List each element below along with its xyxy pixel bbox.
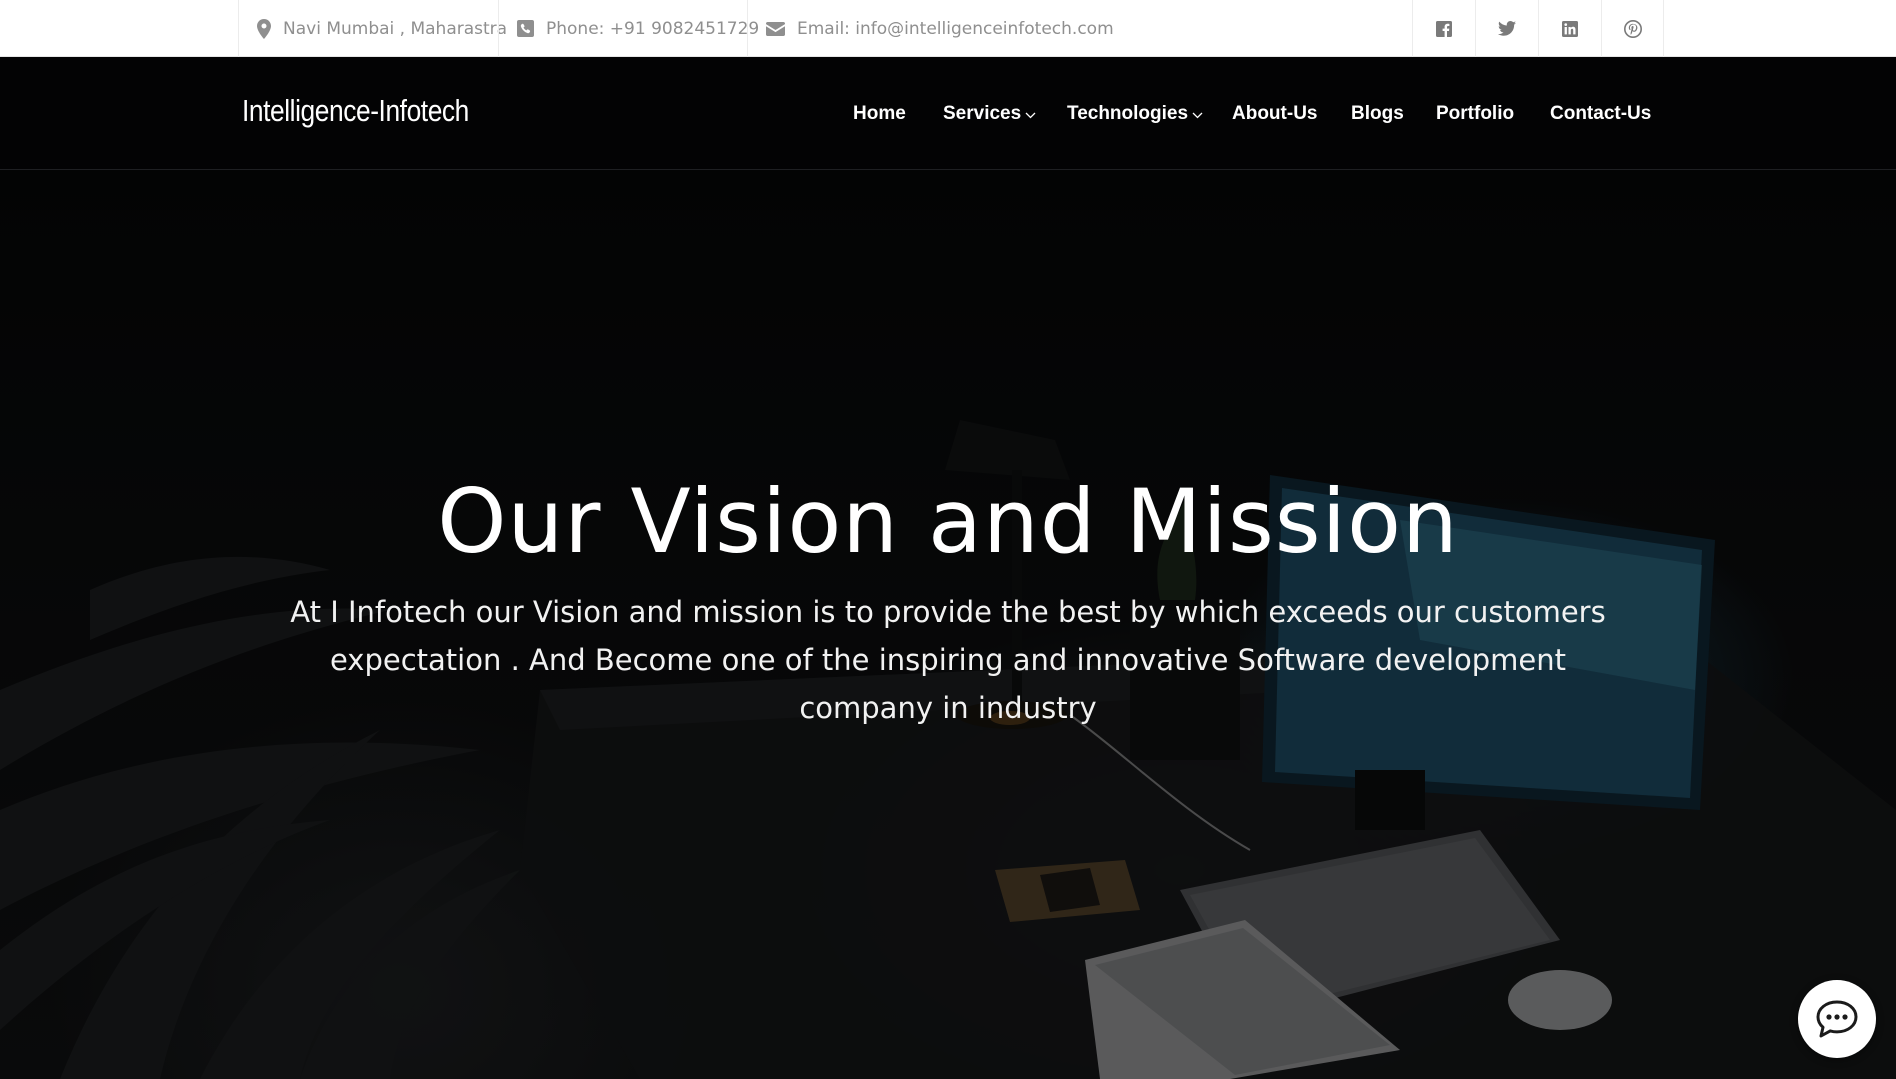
nav-blogs[interactable]: Blogs xyxy=(1351,57,1404,170)
email-text[interactable]: Email: info@intelligenceinfotech.com xyxy=(797,19,1114,39)
hero-section: Our Vision and Mission At I Infotech our… xyxy=(0,170,1896,1079)
pinterest-icon xyxy=(1623,19,1642,38)
nav-home-label: Home xyxy=(853,102,906,124)
chevron-down-icon xyxy=(1192,112,1203,118)
nav-services-label: Services xyxy=(943,102,1022,124)
site-logo[interactable]: Intelligence-Infotech xyxy=(242,93,469,129)
map-pin-icon xyxy=(257,18,271,39)
linkedin-icon xyxy=(1562,20,1578,37)
nav-about-us[interactable]: About-Us xyxy=(1232,57,1317,170)
nav-services[interactable]: Services xyxy=(943,57,1036,170)
nav-contact-us-label: Contact-Us xyxy=(1550,102,1652,124)
hero-description: At I Infotech our Vision and mission is … xyxy=(290,595,1606,725)
facebook-icon xyxy=(1436,20,1452,37)
nav-contact-us[interactable]: Contact-Us xyxy=(1550,57,1651,170)
envelope-icon xyxy=(766,21,785,36)
nav-technologies[interactable]: Technologies xyxy=(1067,57,1203,170)
linkedin-link[interactable] xyxy=(1538,0,1601,57)
phone-text: Phone: +91 9082451729 xyxy=(546,18,760,39)
chat-bubble-icon xyxy=(1816,1000,1858,1038)
facebook-link[interactable] xyxy=(1412,0,1475,57)
phone-square-icon xyxy=(517,20,534,37)
nav-about-us-label: About-Us xyxy=(1232,102,1318,124)
twitter-icon xyxy=(1498,21,1516,36)
phone-info: Phone: +91 9082451729 xyxy=(498,0,777,57)
main-header: Intelligence-Infotech Home Services Tech… xyxy=(0,57,1896,170)
nav-portfolio-label: Portfolio xyxy=(1436,102,1515,124)
location-info: Navi Mumbai , Maharastra xyxy=(238,0,525,57)
chevron-down-icon xyxy=(1025,112,1036,118)
top-contact-bar: Navi Mumbai , Maharastra Phone: +91 9082… xyxy=(0,0,1896,57)
pinterest-link[interactable] xyxy=(1601,0,1664,57)
twitter-link[interactable] xyxy=(1475,0,1538,57)
nav-portfolio[interactable]: Portfolio xyxy=(1436,57,1514,170)
hero-title: Our Vision and Mission xyxy=(437,470,1459,573)
chat-button[interactable] xyxy=(1798,980,1876,1058)
nav-home[interactable]: Home xyxy=(853,57,906,170)
location-text: Navi Mumbai , Maharastra xyxy=(283,18,508,39)
nav-blogs-label: Blogs xyxy=(1351,102,1404,124)
nav-technologies-label: Technologies xyxy=(1067,102,1189,124)
email-info[interactable]: Email: info@intelligenceinfotech.com xyxy=(747,0,1132,57)
